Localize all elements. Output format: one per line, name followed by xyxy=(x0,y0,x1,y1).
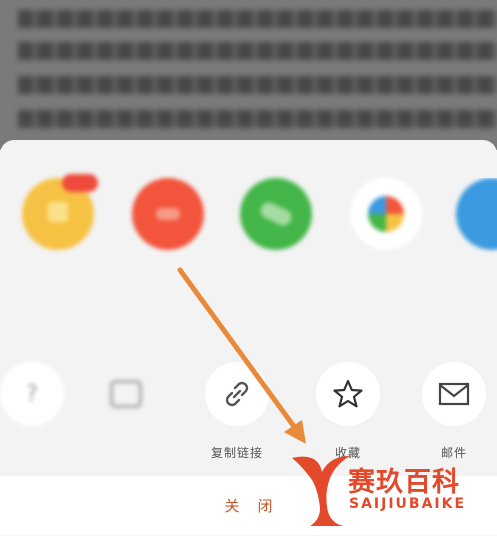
whale-tail-logo-icon xyxy=(292,456,350,526)
watermark-title: 赛玖百科 xyxy=(348,467,460,498)
watermark: 赛玖百科 SAIJIUBAIKE xyxy=(288,450,493,530)
watermark-subtitle: SAIJIUBAIKE xyxy=(349,496,467,512)
